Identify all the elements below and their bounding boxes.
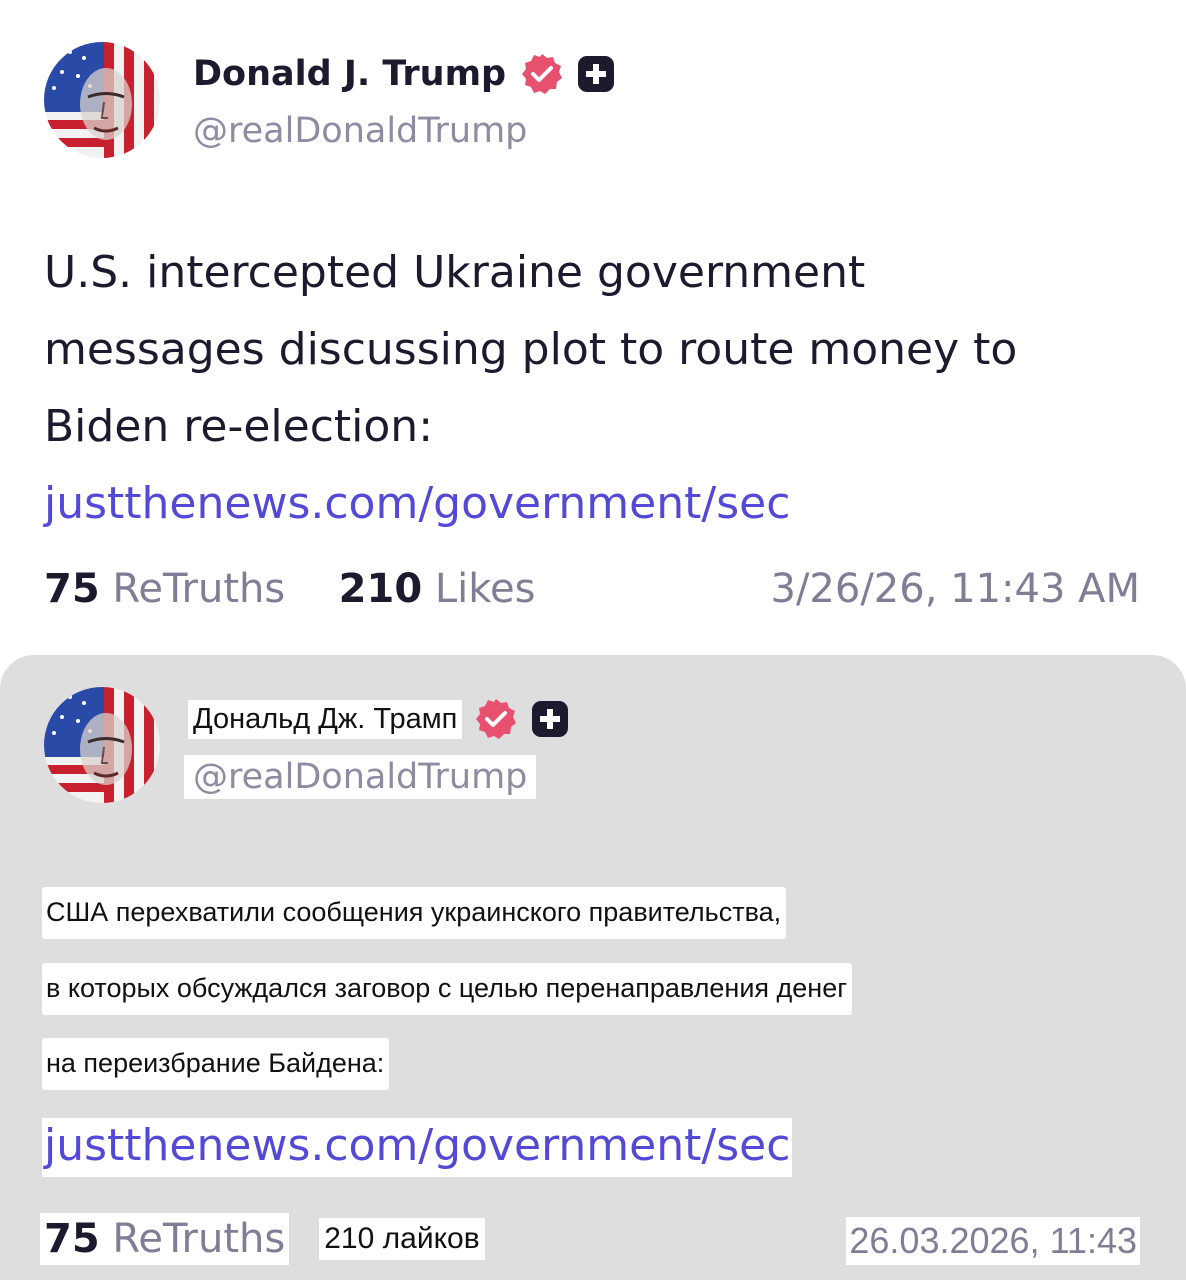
original-post: Donald J. Trump @realDonaldTrump U.S. in… [0, 0, 1186, 655]
flag-portrait-avatar-icon [44, 687, 160, 803]
post-timestamp[interactable]: 3/26/26, 11:43 AM [771, 566, 1141, 612]
author-handle[interactable]: @realDonaldTrump [184, 755, 537, 799]
translated-post: Дональд Дж. Трамп @realDonaldTrump США п… [0, 655, 1186, 1280]
author-name[interactable]: Donald J. Trump [193, 54, 506, 94]
truth-plus-icon [578, 56, 615, 92]
retruths-label: ReTruths [112, 1216, 286, 1262]
likes-label[interactable]: Likes [435, 566, 536, 612]
post-stats: 75 ReTruths 210 лайков [40, 1213, 485, 1265]
post-link[interactable]: justthenews.com/government/sec [42, 1118, 793, 1177]
post-text-line: U.S. intercepted Ukraine government [44, 247, 866, 298]
avatar[interactable] [44, 42, 160, 158]
likes-count[interactable]: 210 [339, 566, 423, 612]
post-text-line: messages discussing plot to route money … [44, 324, 1018, 375]
likes-text[interactable]: 210 лайков [319, 1218, 485, 1260]
retruths-chip[interactable]: 75 ReTruths [40, 1213, 290, 1265]
verified-badge-icon [476, 699, 517, 739]
flag-portrait-avatar-icon [44, 42, 160, 158]
retruths-count[interactable]: 75 [44, 566, 100, 612]
truth-plus-icon [532, 701, 569, 737]
post-text-line: Biden re-election: [44, 401, 434, 452]
author-row: Дональд Дж. Трамп [188, 697, 570, 741]
post-text-line: на переизбрание Байдена: [42, 1038, 390, 1090]
post-stats: 75 ReTruths 210 Likes [44, 566, 535, 612]
post-text-line: в которых обсуждался заговор с целью пер… [42, 963, 853, 1015]
post-text-line: США перехватили сообщения украинского пр… [42, 887, 787, 939]
avatar[interactable] [44, 687, 160, 803]
author-row: Donald J. Trump [193, 52, 616, 96]
post-timestamp[interactable]: 26.03.2026, 11:43 [846, 1217, 1140, 1265]
retruths-count: 75 [44, 1216, 100, 1262]
author-name[interactable]: Дональд Дж. Трамп [188, 699, 463, 739]
verified-badge-icon [522, 54, 563, 94]
post-body: U.S. intercepted Ukraine government mess… [44, 234, 1144, 542]
author-handle[interactable]: @realDonaldTrump [193, 111, 527, 151]
post-link[interactable]: justthenews.com/government/sec [44, 465, 1144, 542]
retruths-label[interactable]: ReTruths [112, 566, 285, 612]
